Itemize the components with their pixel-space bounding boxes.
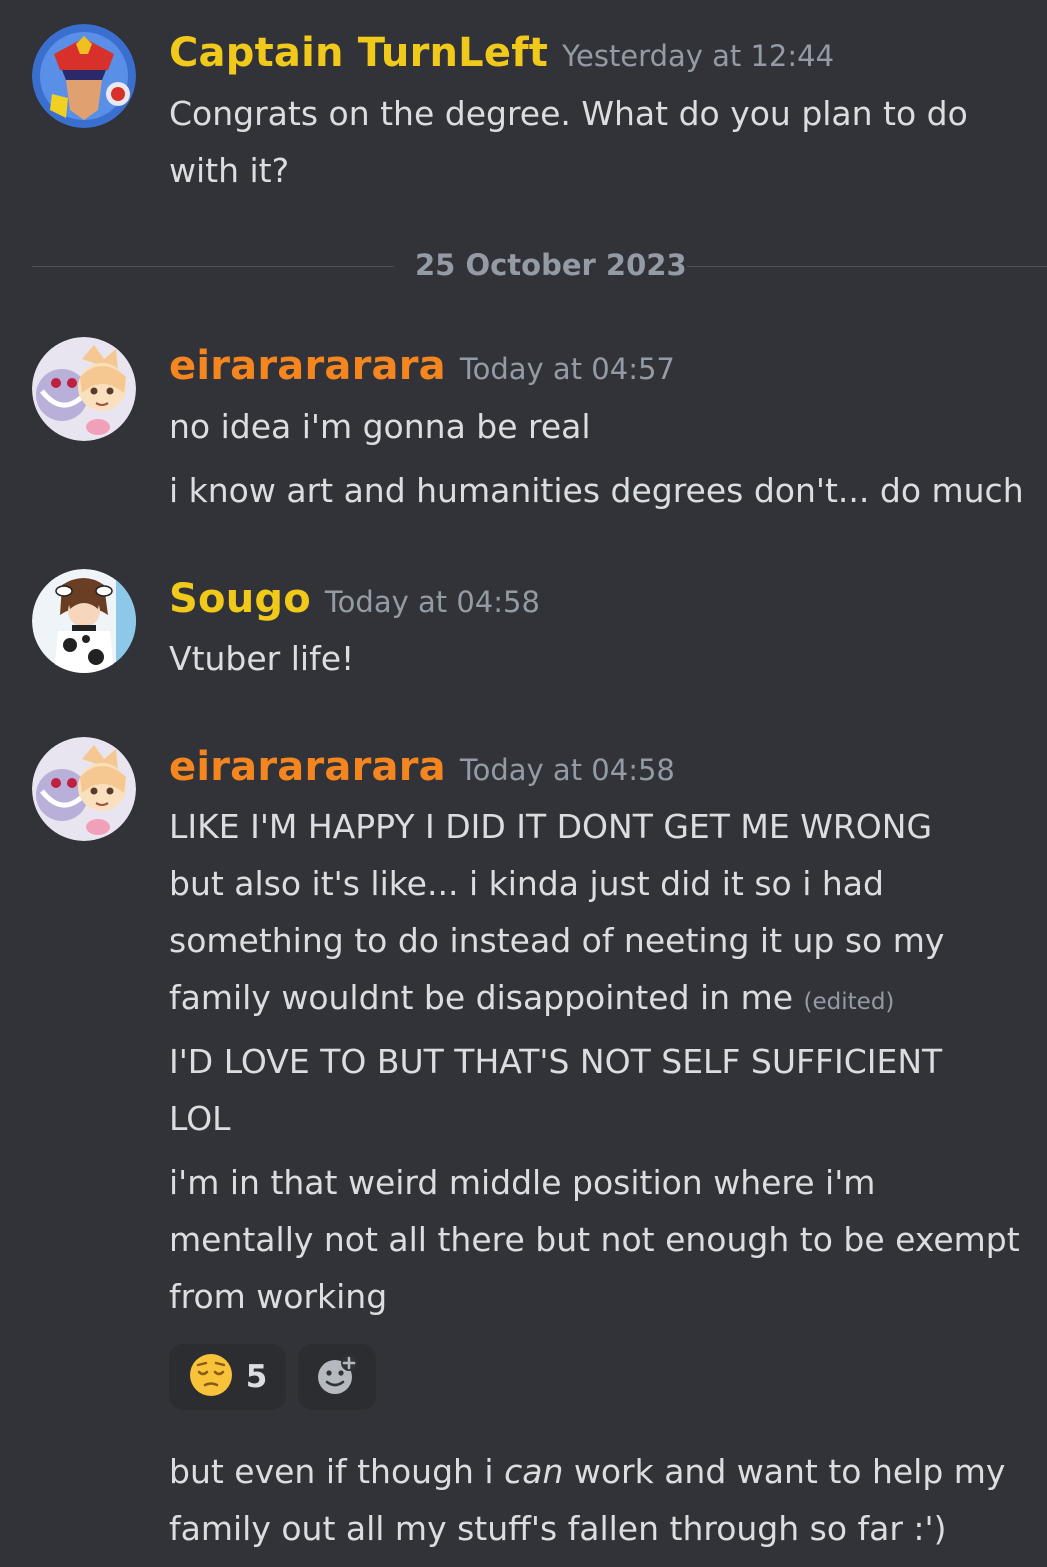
username[interactable]: eirarararara [169,343,446,389]
message-text-emphasis: can [504,1452,564,1491]
message-text: with it? [169,151,290,190]
reaction-bar: 5 [169,1344,376,1410]
message-text: from working [169,1277,388,1316]
message-text: i know art and humanities degrees don't.… [169,471,1024,510]
message-header: Captain TurnLeft Yesterday at 12:44 [169,30,834,76]
avatar[interactable] [32,337,136,441]
username[interactable]: eirarararara [169,744,446,790]
message-text: i'm in that weird middle position where … [169,1163,876,1202]
message-text: Vtuber life! [169,639,355,678]
divider-date: 25 October 2023 [415,248,687,282]
timestamp: Today at 04:58 [324,585,540,619]
add-reaction-icon [315,1353,359,1401]
message-text: but even if though i can work and want t… [169,1443,1005,1500]
pensive-face-icon [188,1352,234,1402]
avatar[interactable] [32,737,136,841]
message-text: family wouldnt be disappointed in me (ed… [169,969,894,1031]
message-text: no idea i'm gonna be real [169,407,591,446]
divider-rule [32,266,394,267]
message-text: Congrats on the degree. What do you plan… [169,94,968,133]
avatar[interactable] [32,24,136,128]
message-text: LOL [169,1099,231,1138]
message-header: eirarararara Today at 04:57 [169,343,675,389]
message-text: I'D LOVE TO BUT THAT'S NOT SELF SUFFICIE… [169,1042,943,1081]
timestamp: Today at 04:58 [459,753,675,787]
message-text-segment: family wouldnt be disappointed in me [169,978,794,1017]
reaction-pensive[interactable]: 5 [169,1344,286,1410]
message-text: LIKE I'M HAPPY I DID IT DONT GET ME WRON… [169,807,933,846]
message-text: mentally not all there but not enough to… [169,1220,1020,1259]
message-text: but also it's like... i kinda just did i… [169,864,884,903]
username[interactable]: Captain TurnLeft [169,30,548,76]
message-text: family out all my stuff's fallen through… [169,1509,947,1548]
timestamp: Today at 04:57 [459,352,675,386]
message-text: something to do instead of neeting it up… [169,921,945,960]
message-text-segment: work and want to help my [563,1452,1006,1491]
edited-label: (edited) [803,989,895,1015]
message-header: eirarararara Today at 04:58 [169,744,675,790]
message-header: Sougo Today at 04:58 [169,576,540,622]
divider-rule [687,266,1047,267]
chat-view: Captain TurnLeft Yesterday at 12:44 Congr… [0,0,1047,1567]
username[interactable]: Sougo [169,576,311,622]
message-text-segment: but even if though i [169,1452,505,1491]
avatar[interactable] [32,569,136,673]
timestamp: Yesterday at 12:44 [562,39,835,73]
reaction-count: 5 [245,1359,268,1395]
add-reaction-button[interactable] [298,1344,376,1410]
